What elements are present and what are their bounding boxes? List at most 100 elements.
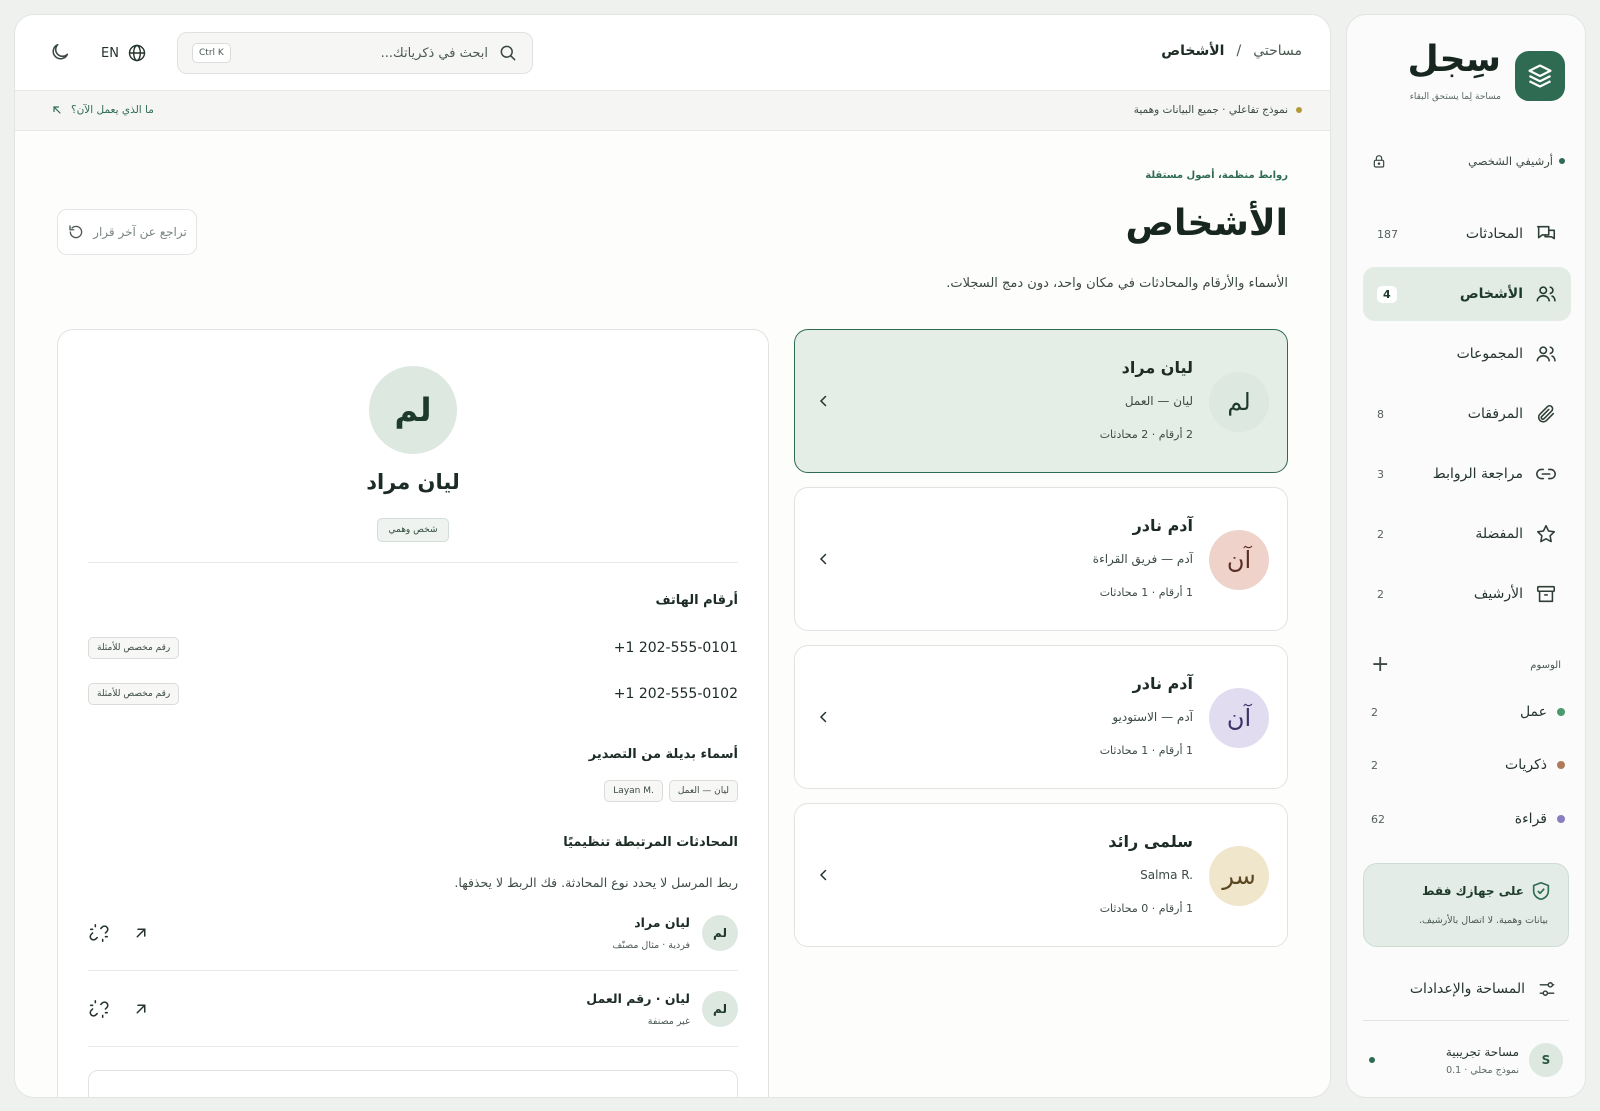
sidebar-item-label: الأشخاص — [1459, 286, 1523, 302]
phone-chip: رقم مخصص للأمثلة — [88, 637, 180, 659]
sidebar-item-attachments[interactable]: المرفقات 8 — [1363, 387, 1571, 441]
archive-label: أرشيفي الشخصي — [1468, 154, 1553, 168]
tag-label: عمل — [1519, 704, 1547, 720]
settings-button[interactable]: المساحة والإعدادات — [1363, 971, 1569, 1007]
linked-title: المحادثات المرتبطة تنظيميًا — [563, 835, 738, 850]
unlink-icon[interactable] — [88, 998, 110, 1020]
paperclip-icon — [1535, 403, 1557, 425]
archive-status-dot — [1559, 158, 1565, 164]
chevron-left-icon — [815, 866, 833, 884]
sidebar: سِجل مساحة لِما يستحق البقاء أرشيفي الشخ… — [1346, 14, 1586, 1098]
tag-count: 62 — [1371, 812, 1385, 826]
language-toggle[interactable]: EN — [101, 43, 147, 63]
undo-button[interactable]: تراجع عن آخر قرار — [57, 209, 197, 255]
phone-chip: رقم مخصص للأمثلة — [88, 683, 180, 705]
person-card[interactable]: سر سلمى رائد Salma R. 1 أرقام · 0 محادثا… — [794, 803, 1288, 947]
undo-label: تراجع عن آخر قرار — [93, 225, 187, 239]
shield-check-icon — [1530, 880, 1552, 902]
avatar: آن — [1209, 530, 1269, 590]
sidebar-item-archive[interactable]: الأرشيف 2 — [1363, 567, 1571, 621]
phone-row[interactable]: +1 202-555-0102 رقم مخصص للأمثلة — [88, 681, 738, 707]
phone-number: +1 202-555-0102 — [613, 686, 738, 702]
person-card[interactable]: آن آدم نادر آدم — فريق القراءة 1 أرقام ·… — [794, 487, 1288, 631]
avatar: سر — [1209, 846, 1269, 906]
search-shortcut: Ctrl K — [192, 43, 231, 63]
sidebar-item-count: 3 — [1377, 467, 1384, 481]
sidebar-item-count: 2 — [1377, 527, 1384, 541]
phone-row[interactable]: +1 202-555-0101 رقم مخصص للأمثلة — [88, 635, 738, 661]
avatar: لم — [702, 991, 738, 1027]
undo-icon — [67, 223, 85, 241]
search-input[interactable] — [268, 45, 488, 61]
topbar: مساحتي / الأشخاص Ctrl K EN — [15, 15, 1330, 91]
local-card-title: على جهازك فقط — [1422, 884, 1524, 898]
workspace-name: مساحة تجريبية — [1445, 1044, 1519, 1059]
add-tag-icon[interactable]: + — [1371, 654, 1389, 676]
sidebar-item-label: المرفقات — [1467, 406, 1523, 422]
logo-icon[interactable] — [1515, 51, 1565, 101]
sidebar-item-conversations[interactable]: المحادثات 187 — [1363, 207, 1571, 261]
conversation-actions — [88, 922, 150, 944]
conversation-sub: غير مصنفة — [647, 1016, 690, 1027]
sidebar-item-link-review[interactable]: مراجعة الروابط 3 — [1363, 447, 1571, 501]
open-arrow-icon[interactable] — [132, 1000, 150, 1018]
person-alias: آدم — فريق القراءة — [1092, 552, 1193, 566]
tag-item-work[interactable]: عمل 2 — [1371, 699, 1565, 725]
conversation-title: ليان مراد — [634, 915, 690, 930]
person-alias: ليان — العمل — [1124, 394, 1193, 408]
conversation-text: ليان مراد فردية · مثال مصنّف — [612, 915, 690, 951]
person-meta: 1 أرقام · 0 محادثات — [1099, 902, 1193, 915]
local-card-subtitle: بيانات وهمية. لا اتصال بالأرشيف. — [1419, 915, 1548, 926]
person-meta: 1 أرقام · 1 محادثات — [1099, 744, 1193, 757]
search-box[interactable]: Ctrl K — [177, 32, 533, 74]
sliders-icon — [1537, 979, 1557, 999]
main-panel: مساحتي / الأشخاص Ctrl K EN نموذج تفاعلي … — [14, 14, 1331, 1098]
person-meta: 1 أرقام · 1 محادثات — [1099, 586, 1193, 599]
sidebar-item-favorites[interactable]: المفضلة 2 — [1363, 507, 1571, 561]
alt-names-title: أسماء بديلة من التصدير — [588, 747, 738, 762]
archive-selector[interactable]: أرشيفي الشخصي — [1371, 149, 1565, 173]
person-name: آدم نادر — [1132, 516, 1193, 535]
sidebar-item-label: المجموعات — [1456, 346, 1523, 362]
brand-name: سِجل — [1407, 39, 1501, 80]
tag-item-reading[interactable]: قراءة 62 — [1371, 806, 1565, 832]
lock-icon — [1373, 155, 1385, 168]
sidebar-item-people[interactable]: الأشخاص 4 — [1363, 267, 1571, 321]
tag-color-dot — [1557, 815, 1565, 823]
star-icon — [1535, 523, 1557, 545]
conversation-actions — [88, 998, 150, 1020]
person-meta: 2 أرقام · 2 محادثات — [1099, 428, 1193, 441]
sidebar-item-groups[interactable]: المجموعات — [1363, 327, 1571, 381]
tag-item-memories[interactable]: ذكريات 2 — [1371, 752, 1565, 778]
breadcrumb-separator: / — [1236, 43, 1242, 59]
tag-count: 2 — [1371, 758, 1378, 772]
person-card[interactable]: آن آدم نادر آدم — الاستوديو 1 أرقام · 1 … — [794, 645, 1288, 789]
workspace-text: مساحة تجريبية نموذج محلي · 0.1 — [1446, 1045, 1519, 1076]
person-card[interactable]: لم ليان مراد ليان — العمل 2 أرقام · 2 مح… — [794, 329, 1288, 473]
unlink-icon[interactable] — [88, 922, 110, 944]
moon-icon[interactable] — [49, 41, 71, 63]
sidebar-item-label: المحادثات — [1465, 226, 1523, 242]
open-arrow-icon[interactable] — [132, 924, 150, 942]
tag-color-dot — [1557, 708, 1565, 716]
tags-header: الوسوم + — [1371, 654, 1561, 676]
avatar: لم — [702, 915, 738, 951]
divider — [88, 562, 738, 563]
notice-text: نموذج تفاعلي · جميع البيانات وهمية — [1133, 104, 1288, 116]
archive-icon — [1535, 583, 1557, 605]
person-alias: آدم — الاستوديو — [1112, 710, 1193, 724]
sidebar-item-count: 187 — [1377, 227, 1398, 241]
whats-working-link[interactable]: ما الذي يعمل الآن؟ — [51, 104, 154, 116]
person-name: آدم نادر — [1132, 674, 1193, 693]
chevron-left-icon — [815, 708, 833, 726]
breadcrumb: مساحتي / الأشخاص — [1161, 43, 1302, 59]
sidebar-item-label: الأرشيف — [1473, 586, 1523, 602]
linked-conversation-row[interactable]: لم ليان مراد فردية · مثال مصنّف — [88, 895, 738, 971]
linked-conversation-row[interactable]: لم ليان · رقم العمل غير مصنفة — [88, 971, 738, 1047]
avatar: لم — [1209, 372, 1269, 432]
breadcrumb-root[interactable]: مساحتي — [1253, 43, 1302, 59]
workspace-switcher[interactable]: S مساحة تجريبية نموذج محلي · 0.1 — [1363, 1035, 1569, 1085]
search-icon — [498, 43, 518, 63]
settings-label: المساحة والإعدادات — [1409, 981, 1525, 997]
conversation-sub: فردية · مثال مصنّف — [612, 940, 690, 951]
